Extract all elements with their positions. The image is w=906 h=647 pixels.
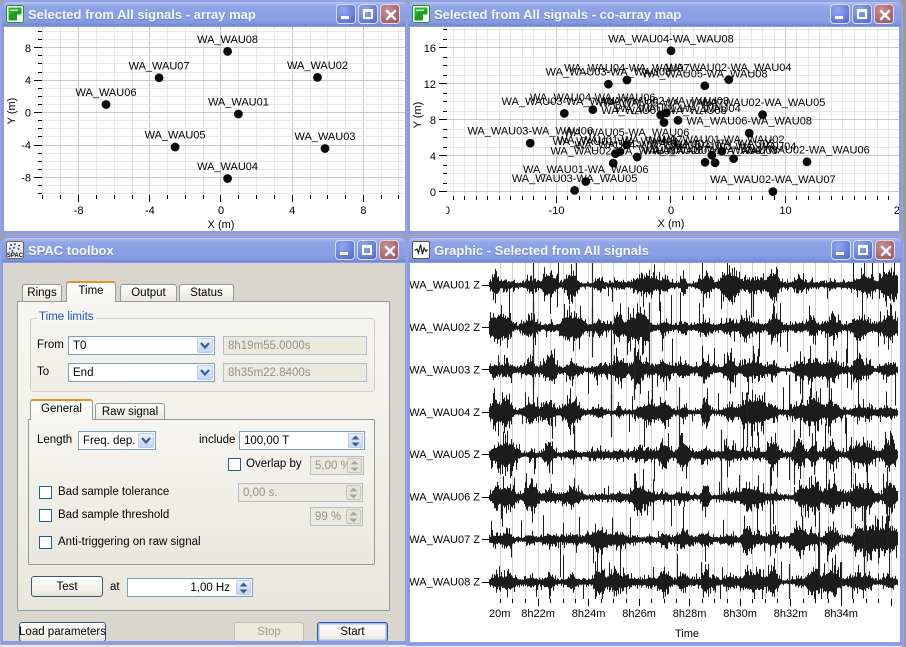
svg-text:0: 0 (668, 205, 674, 217)
svg-text:WA_WAU06-WA_WAU08: WA_WAU06-WA_WAU08 (686, 116, 812, 128)
svg-text:WA_WAU05-WA_WAU07: WA_WAU05-WA_WAU07 (598, 98, 724, 110)
svg-text:0: 0 (25, 108, 31, 120)
svg-text:WA_WAU04 Z: WA_WAU04 Z (410, 407, 480, 419)
svg-text:X (m): X (m) (658, 218, 685, 230)
svg-text:16: 16 (424, 43, 436, 55)
svg-text:8h24m: 8h24m (572, 608, 606, 620)
svg-text:WA_WAU02: WA_WAU02 (287, 60, 348, 72)
svg-text:8h22m: 8h22m (521, 608, 555, 620)
svg-text:WA_WAU06: WA_WAU06 (76, 87, 137, 99)
svg-text:WA_WAU02 Z: WA_WAU02 Z (410, 322, 480, 334)
svg-text:-8: -8 (74, 205, 84, 217)
svg-text:0: 0 (218, 205, 224, 217)
svg-text:-4: -4 (21, 140, 31, 152)
svg-text:WA_WAU07: WA_WAU07 (129, 60, 190, 72)
svg-text:WA_WAU03-WA_WAU05: WA_WAU03-WA_WAU05 (512, 173, 638, 185)
svg-text:Y (m): Y (m) (412, 102, 424, 129)
svg-text:WA_WAU08: WA_WAU08 (197, 34, 258, 46)
svg-text:Y (m): Y (m) (6, 98, 18, 125)
svg-text:8h30m: 8h30m (723, 608, 757, 620)
svg-text:8: 8 (25, 43, 31, 55)
svg-text:0: 0 (430, 187, 436, 199)
svg-text:WA_WAU02-WA_WAU07: WA_WAU02-WA_WAU07 (710, 174, 836, 186)
svg-text:8: 8 (360, 205, 366, 217)
svg-text:WA_WAU05: WA_WAU05 (145, 130, 206, 142)
svg-text:20: 20 (894, 205, 899, 217)
svg-text:X (m): X (m) (208, 219, 235, 231)
svg-text:WA_WAU03: WA_WAU03 (295, 131, 356, 143)
svg-text:4: 4 (25, 75, 31, 87)
svg-text:WA_WAU04: WA_WAU04 (197, 161, 258, 173)
svg-text:8h34m: 8h34m (824, 608, 858, 620)
svg-text:WA_WAU08 Z: WA_WAU08 Z (410, 577, 480, 589)
svg-text:WA_WAU07-WA_WAU08: WA_WAU07-WA_WAU08 (652, 145, 778, 157)
svg-text:-20: -20 (434, 205, 450, 217)
svg-text:WA_WAU05-WA_WAU08: WA_WAU05-WA_WAU08 (642, 68, 768, 80)
svg-text:20m: 20m (489, 608, 510, 620)
svg-text:WA_WAU07 Z: WA_WAU07 Z (410, 534, 480, 546)
svg-text:Time: Time (675, 628, 699, 640)
svg-text:WA_WAU01 Z: WA_WAU01 Z (410, 280, 480, 292)
svg-text:8h26m: 8h26m (622, 608, 656, 620)
svg-text:10: 10 (779, 205, 791, 217)
svg-text:8h28m: 8h28m (673, 608, 707, 620)
svg-text:WA_WAU01: WA_WAU01 (208, 97, 269, 109)
svg-text:12: 12 (424, 79, 436, 91)
svg-text:WA_WAU03 Z: WA_WAU03 Z (410, 364, 480, 376)
svg-text:8h32m: 8h32m (774, 608, 808, 620)
svg-text:WA_WAU06 Z: WA_WAU06 Z (410, 492, 480, 504)
svg-text:8: 8 (430, 115, 436, 127)
svg-text:-4: -4 (145, 205, 155, 217)
svg-text:4: 4 (289, 205, 295, 217)
svg-text:SPAC: SPAC (7, 253, 24, 259)
svg-text:WA_WAU05-WA_WAU06: WA_WAU05-WA_WAU06 (564, 127, 690, 139)
svg-text:-8: -8 (21, 172, 31, 184)
svg-text:-10: -10 (549, 205, 565, 217)
svg-text:WA_WAU05 Z: WA_WAU05 Z (410, 449, 480, 461)
svg-text:4: 4 (430, 151, 436, 163)
svg-text:WA_WAU04-WA_WAU08: WA_WAU04-WA_WAU08 (608, 33, 734, 45)
